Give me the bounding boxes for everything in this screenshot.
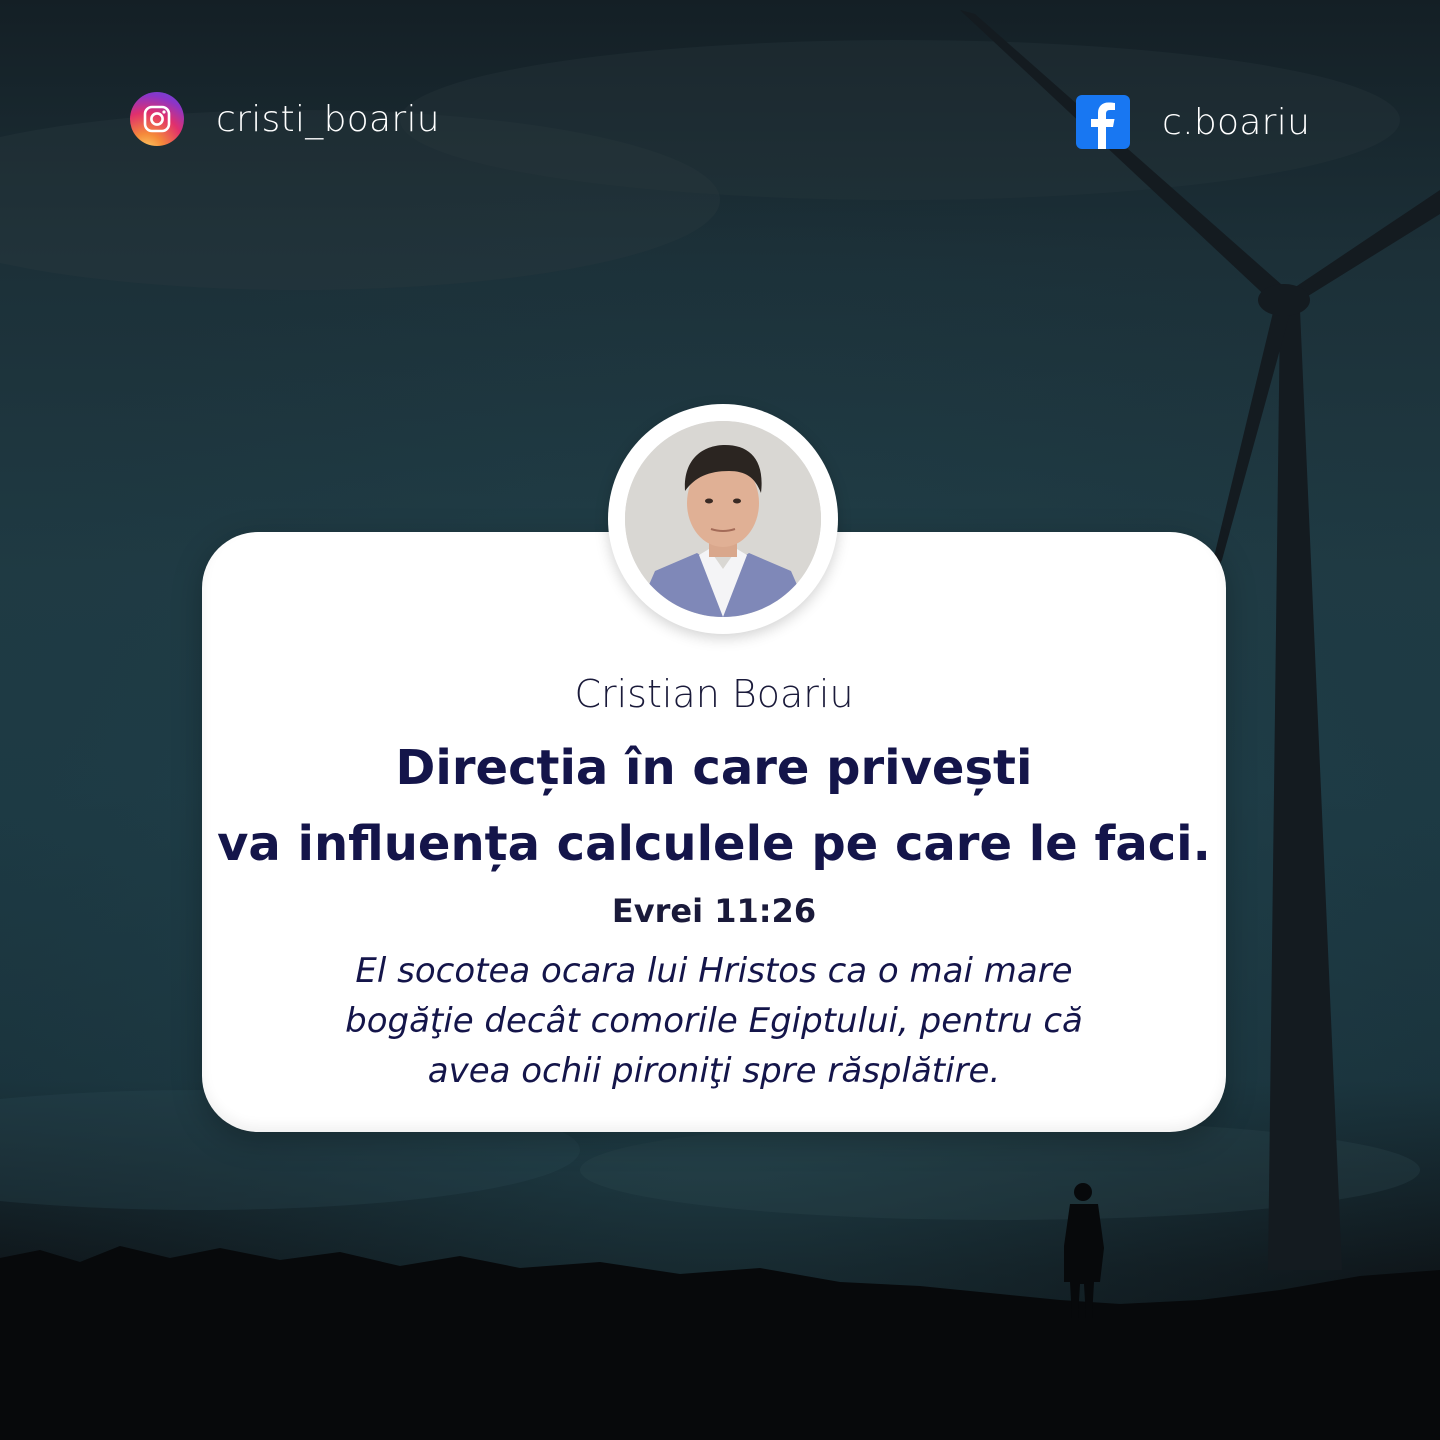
verse-text: El socotea ocara lui Hristos ca o mai ma…: [202, 946, 1226, 1096]
verse-reference: Evrei 11:26: [611, 892, 817, 930]
avatar: [625, 421, 821, 617]
facebook-icon: [1076, 95, 1130, 149]
facebook-link[interactable]: c.boariu: [1076, 95, 1310, 149]
headline: Direcția în care privești va influența c…: [202, 730, 1226, 882]
verse-line-1: El socotea ocara lui Hristos ca o mai ma…: [355, 951, 1073, 991]
author-name: Cristian Boariu: [574, 672, 854, 716]
headline-line-1: Direcția în care privești: [395, 740, 1033, 796]
avatar-ring: [608, 404, 838, 634]
facebook-handle: c.boariu: [1162, 101, 1311, 143]
instagram-icon: [130, 92, 184, 146]
headline-line-2: va influența calculele pe care le faci.: [217, 816, 1211, 872]
verse-line-3: avea ochii pironiţi spre răsplătire.: [427, 1051, 1001, 1091]
instagram-link[interactable]: cristi_boariu: [130, 92, 440, 146]
verse-line-2: bogăţie decât comorile Egiptului, pentru…: [345, 1001, 1083, 1041]
instagram-handle: cristi_boariu: [216, 98, 440, 140]
